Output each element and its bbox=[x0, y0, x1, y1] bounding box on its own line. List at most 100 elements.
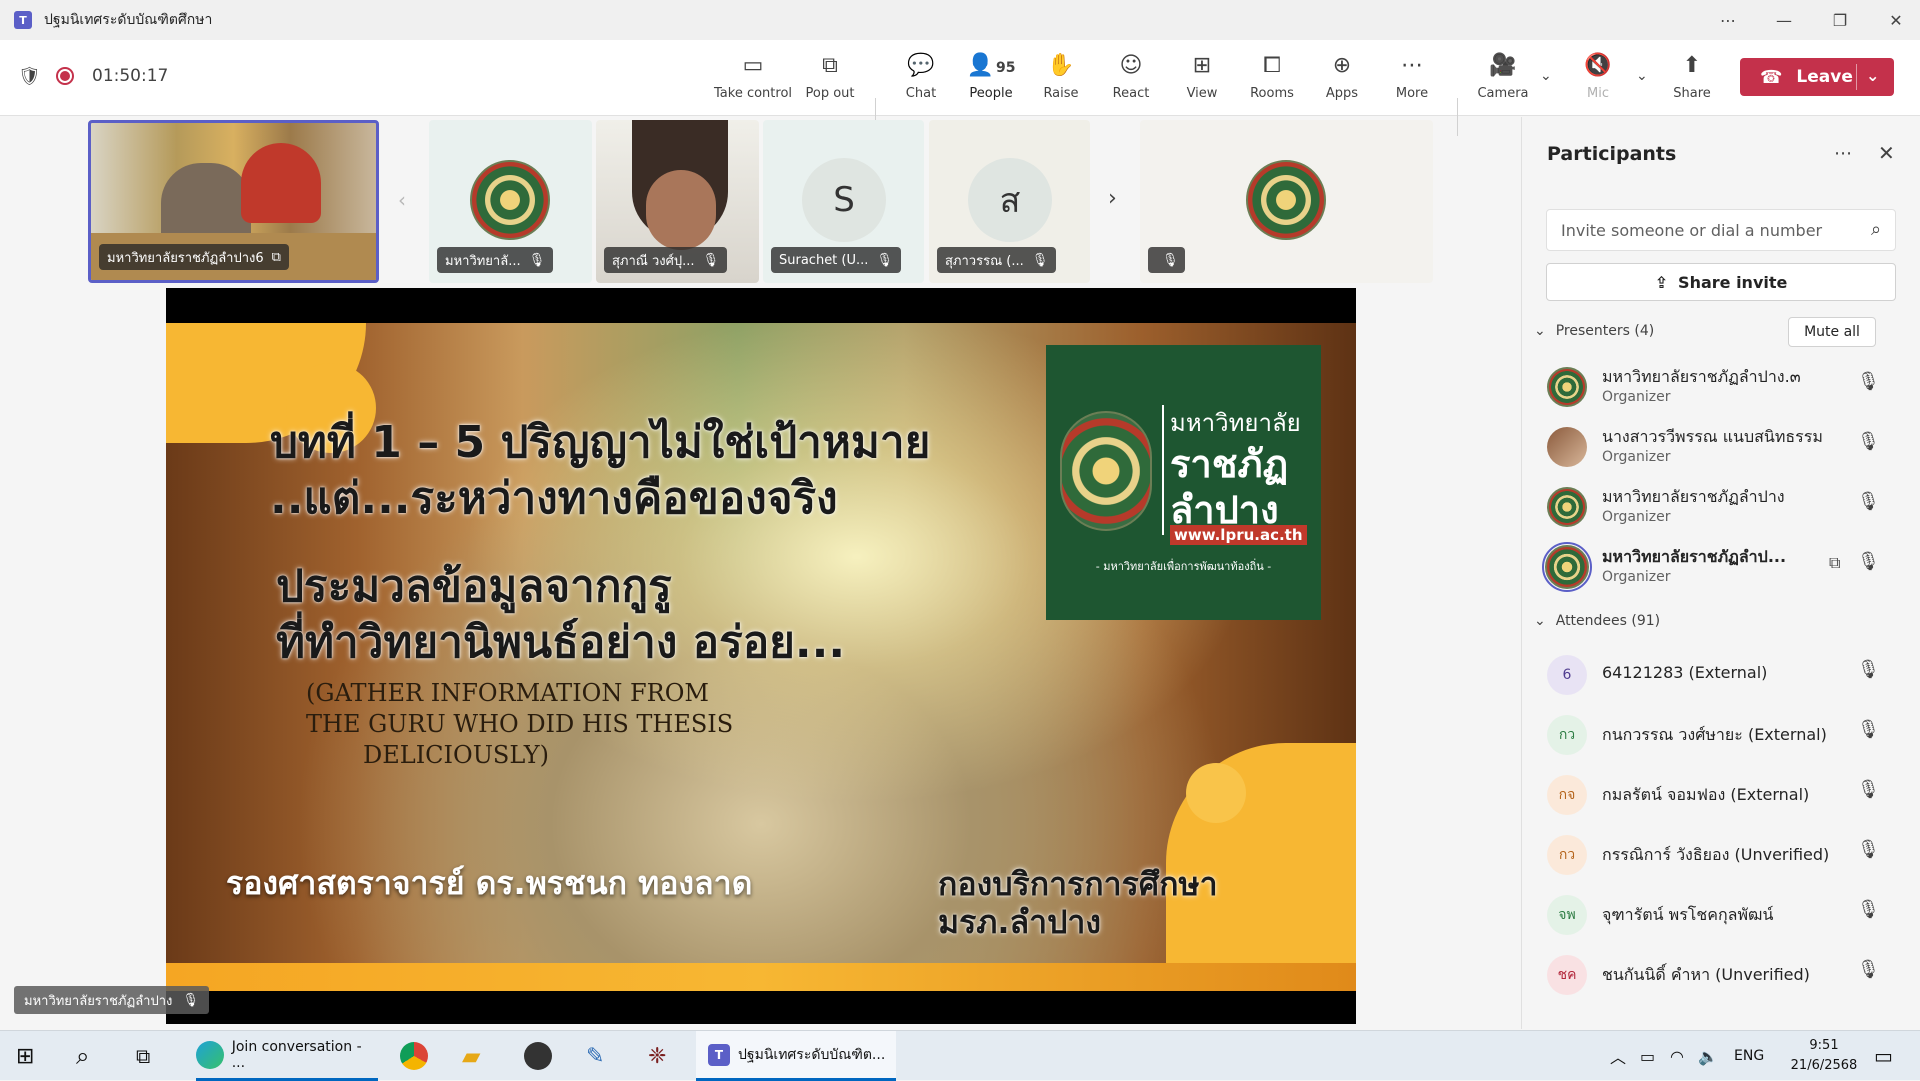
mute-all-button[interactable]: Mute all bbox=[1788, 317, 1876, 347]
avatar bbox=[1547, 427, 1587, 467]
person-silhouette bbox=[241, 143, 321, 223]
grid-icon: ⊞ bbox=[1192, 53, 1212, 78]
leave-options-chevron-icon[interactable]: ⌄ bbox=[1866, 66, 1879, 85]
participant-row[interactable]: กว กรรณิการ์ วังธิยอง (Unverified) 🎙 bbox=[1522, 825, 1920, 885]
shield-icon[interactable]: 🛡 bbox=[18, 66, 41, 87]
search-icon[interactable]: ⌕ bbox=[76, 1031, 89, 1081]
mic-icon: 🎙 bbox=[1857, 959, 1880, 980]
camera-options-chevron-icon[interactable]: ⌄ bbox=[1540, 68, 1552, 84]
share-screen-icon: ⧉ bbox=[271, 249, 281, 265]
participant-row[interactable]: จพ จุฑารัตน์ พรโชคกุลพัฒน์ 🎙 bbox=[1522, 885, 1920, 945]
video-tile[interactable]: 🎙 bbox=[1140, 120, 1433, 283]
mic-icon: 🎙 bbox=[182, 992, 199, 1008]
mic-button[interactable]: 🔇 Mic bbox=[1562, 52, 1634, 108]
mic-icon: 🎙 bbox=[1031, 252, 1049, 268]
obs-icon bbox=[524, 1042, 552, 1070]
participant-row[interactable]: นางสาวรวีพรรณ แนบสนิทธรรม Organizer 🎙 bbox=[1522, 417, 1920, 477]
meeting-toolbar: 🛡 01:50:17 ▭ Take control ⧉ Pop out 💬 Chat … bbox=[0, 40, 1920, 151]
window-title: ปฐมนิเทศระดับบัณฑิตศึกษา bbox=[44, 12, 213, 28]
close-window-button[interactable]: ✕ bbox=[1868, 0, 1920, 40]
raise-hand-button[interactable]: ✋ Raise bbox=[1025, 52, 1097, 108]
search-icon[interactable]: ⌕ bbox=[1871, 219, 1881, 240]
apps-button[interactable]: ⊕ Apps bbox=[1306, 52, 1378, 108]
people-button[interactable]: 👤 95 People bbox=[955, 52, 1027, 108]
windows-taskbar: ⊞ ⌕ ⧉ Join conversation - ... ▰ ✎ ❈ T ปฐ… bbox=[0, 1030, 1920, 1081]
mic-icon: 🎙 bbox=[1857, 779, 1880, 800]
participant-row[interactable]: มหาวิทยาลัยราชภัฏลำปาง.๓ Organizer 🎙 bbox=[1522, 357, 1920, 417]
panel-more-icon[interactable]: ⋯ bbox=[1834, 143, 1852, 164]
plus-icon: ⊕ bbox=[1332, 53, 1352, 78]
clock[interactable]: 9:51 21/6/2568 bbox=[1784, 1031, 1864, 1081]
file-explorer-icon[interactable]: ▰ bbox=[462, 1031, 480, 1081]
attendees-section-header[interactable]: ⌄ Attendees (91) bbox=[1534, 613, 1660, 629]
close-panel-icon[interactable]: ✕ bbox=[1878, 141, 1895, 165]
screen-tool-icon[interactable]: ✎ bbox=[586, 1031, 604, 1081]
minimize-button[interactable]: — bbox=[1756, 0, 1812, 40]
strip-prev-chevron-icon[interactable]: ‹ bbox=[398, 188, 406, 212]
video-tile[interactable]: ส สุภาวรรณ (... 🎙 bbox=[929, 120, 1090, 283]
meeting-timer: 01:50:17 bbox=[92, 66, 169, 86]
participant-row[interactable]: กว กนกวรรณ วงศ์ษายะ (External) 🎙 bbox=[1522, 705, 1920, 765]
camera-button[interactable]: 🎥 Camera bbox=[1467, 52, 1539, 108]
slide-content: บทที่ 1 – 5 ปริญญาไม่ใช่เป้าหมาย ..แต่..… bbox=[166, 323, 1356, 991]
avatar-initial: S bbox=[802, 158, 886, 242]
tile-name-label: มหาวิทยาลั... 🎙 bbox=[437, 247, 554, 273]
share-invite-button[interactable]: ⇪ Share invite bbox=[1546, 263, 1896, 301]
mic-off-icon: 🔇 bbox=[1584, 53, 1612, 78]
more-button[interactable]: ⋯ More bbox=[1376, 52, 1448, 108]
chat-button[interactable]: 💬 Chat bbox=[885, 52, 957, 108]
decorative-shape bbox=[1186, 763, 1246, 823]
camera-off-icon: 🎥 bbox=[1489, 53, 1517, 78]
participant-row[interactable]: ชค ชนกันนิดิ์ คำหา (Unverified) 🎙 bbox=[1522, 945, 1920, 1005]
slide-english-caption: (GATHER INFORMATION FROM THE GURU WHO DI… bbox=[306, 679, 734, 769]
share-icon: ⇪ bbox=[1654, 272, 1669, 292]
hand-icon: ✋ bbox=[1047, 53, 1075, 78]
university-seal-avatar bbox=[470, 160, 550, 240]
video-tile[interactable]: มหาวิทยาลั... 🎙 bbox=[429, 120, 592, 283]
chat-icon: 💬 bbox=[907, 53, 935, 78]
mic-off-icon: 🎙 bbox=[1162, 252, 1179, 268]
title-bar: T ปฐมนิเทศระดับบัณฑิตศึกษา ⋯ — ❐ ✕ bbox=[0, 0, 1920, 40]
presenters-section-header[interactable]: ⌄ Presenters (4) bbox=[1534, 323, 1654, 339]
taskbar-teams-app[interactable]: T ปฐมนิเทศระดับบัณฑิต... bbox=[696, 1031, 896, 1081]
leave-button[interactable]: ☎ Leave ⌄ bbox=[1740, 58, 1894, 96]
wifi-icon[interactable]: ◠ bbox=[1670, 1031, 1684, 1081]
video-tile[interactable]: S Surachet (U... 🎙 bbox=[763, 120, 924, 283]
edge-icon bbox=[196, 1040, 224, 1069]
university-logo-panel: มหาวิทยาลัย ราชภัฏ ลำปาง www.lpru.ac.th … bbox=[1046, 345, 1321, 620]
take-control-button[interactable]: ▭ Take control bbox=[714, 52, 792, 108]
windows-start-icon[interactable]: ⊞ bbox=[16, 1031, 34, 1081]
more-options-icon[interactable]: ⋯ bbox=[1700, 0, 1756, 40]
app-emblem-icon[interactable]: ❈ bbox=[648, 1031, 666, 1081]
notifications-icon[interactable]: ▭ bbox=[1874, 1031, 1893, 1081]
participant-row[interactable]: กจ กมลรัตน์ จอมฟอง (External) 🎙 bbox=[1522, 765, 1920, 825]
view-button[interactable]: ⊞ View bbox=[1166, 52, 1238, 108]
video-tile-self[interactable]: มหาวิทยาลัยราชภัฏลำปาง6 ⧉ bbox=[88, 120, 379, 283]
taskbar-obs-app[interactable] bbox=[524, 1031, 552, 1081]
show-hidden-icons-chevron-icon[interactable]: ︿ bbox=[1610, 1031, 1626, 1081]
decorative-band bbox=[166, 963, 1356, 991]
input-language[interactable]: ENG bbox=[1734, 1031, 1764, 1081]
restore-button[interactable]: ❐ bbox=[1812, 0, 1868, 40]
strip-next-chevron-icon[interactable]: › bbox=[1108, 186, 1117, 211]
participant-row[interactable]: มหาวิทยาลัยราชภัฏลำปาง Organizer 🎙 bbox=[1522, 477, 1920, 537]
logo-url: www.lpru.ac.th bbox=[1170, 525, 1307, 545]
video-tile[interactable]: สุภาณี วงศ์ปุ... 🎙 bbox=[596, 120, 759, 283]
taskbar-chrome-app[interactable] bbox=[400, 1031, 428, 1081]
recording-icon bbox=[56, 67, 74, 85]
share-button[interactable]: ⬆ Share bbox=[1656, 52, 1728, 108]
task-view-icon[interactable]: ⧉ bbox=[136, 1031, 150, 1081]
pop-out-button[interactable]: ⧉ Pop out bbox=[794, 52, 866, 108]
participant-row[interactable]: มหาวิทยาลัยราชภัฏลำป... Organizer ⧉ 🎙 bbox=[1522, 537, 1920, 597]
participant-row[interactable]: 6 64121283 (External) 🎙 bbox=[1522, 645, 1920, 705]
chrome-icon bbox=[400, 1042, 428, 1070]
mic-options-chevron-icon[interactable]: ⌄ bbox=[1636, 68, 1648, 84]
volume-muted-icon[interactable]: 🔈 bbox=[1698, 1031, 1718, 1081]
mic-icon: 🎙 bbox=[702, 252, 720, 268]
rooms-button[interactable]: ⧠ Rooms bbox=[1236, 52, 1308, 108]
invite-search-input[interactable]: Invite someone or dial a number ⌕ bbox=[1546, 209, 1896, 251]
mic-icon: 🎙 bbox=[876, 252, 893, 268]
battery-icon[interactable]: ▭ bbox=[1640, 1031, 1655, 1081]
react-button[interactable]: ☺ React bbox=[1095, 52, 1167, 108]
taskbar-edge-app[interactable]: Join conversation - ... bbox=[196, 1031, 378, 1081]
